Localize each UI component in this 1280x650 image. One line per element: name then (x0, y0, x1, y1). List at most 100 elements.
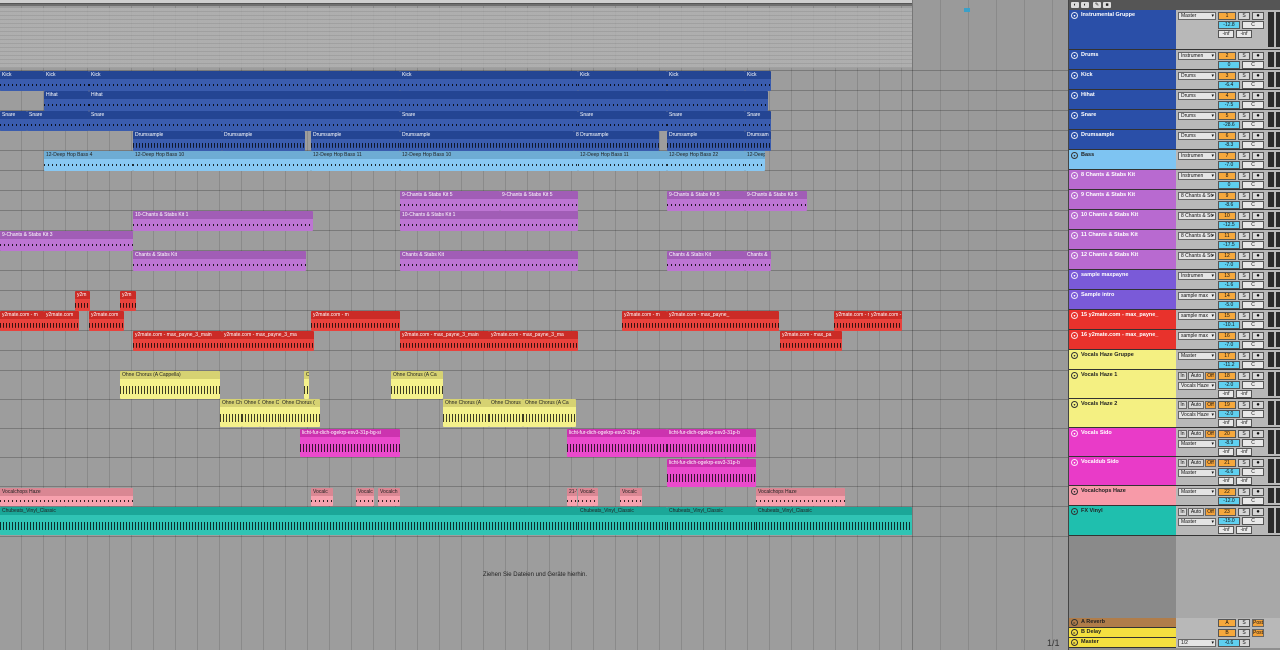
return-activator[interactable]: A (1218, 619, 1236, 627)
track-fold-icon[interactable]: ▾ (1071, 332, 1078, 339)
arm-record-button[interactable]: ● (1252, 252, 1264, 260)
output-routing-select[interactable]: sample max (1178, 332, 1216, 340)
arrangement-clip[interactable]: 10-Chants & Stabs Kit 1 (133, 211, 313, 231)
arrangement-clip[interactable]: y2mate.com - max_payne_ (667, 311, 779, 331)
arrangement-clip[interactable]: Vocalc (578, 488, 598, 506)
mixer-track[interactable]: ▾Vocals Haze 2InAutoOffVocals Haze19S●-2… (1069, 399, 1280, 428)
mixer-track[interactable]: ▾SnareDrums5S●-28.6C (1069, 110, 1280, 130)
input-in-button[interactable]: In (1178, 401, 1187, 409)
volume-field[interactable]: -12.8 (1218, 21, 1240, 29)
track-header[interactable]: ▾ Vocals Sido (1069, 428, 1176, 456)
volume-field[interactable]: -6.6 (1218, 468, 1240, 476)
mixer-track[interactable]: ▾HihatDrums4S●-7.5C (1069, 90, 1280, 110)
pan-field[interactable]: C (1242, 261, 1264, 269)
arrangement-clip[interactable]: Kick (578, 71, 667, 91)
output-routing-select[interactable]: sample max (1178, 312, 1216, 320)
output-routing-select[interactable]: Vocals Haze (1178, 382, 1216, 390)
arrangement-clip[interactable]: Drumsam (745, 131, 771, 151)
pan-field[interactable]: C (1242, 181, 1264, 189)
arm-record-button[interactable]: ● (1252, 312, 1264, 320)
volume-field[interactable]: -8.9 (1218, 439, 1240, 447)
track-header[interactable]: ▾ Vocalchops Haze (1069, 486, 1176, 505)
arrangement-clip[interactable]: 8 Drumsample (574, 131, 659, 151)
arm-record-button[interactable]: ● (1252, 192, 1264, 200)
return-track[interactable]: ▸ A Reverb A S Post (1069, 618, 1280, 628)
arrangement-clip[interactable]: y2mate.com - max_payne_3_ma (489, 331, 578, 351)
solo-button[interactable]: S (1238, 459, 1250, 467)
arrangement-clip[interactable]: Snare (578, 111, 667, 131)
mixer-track[interactable]: ▾FX VinylInAutoOffMaster23S●-15.0C-inf-i… (1069, 506, 1280, 536)
arrangement-clip[interactable]: y2mate.com (89, 311, 124, 331)
arrangement-clip[interactable]: Chubeats_Vinyl_Classic (578, 507, 667, 535)
volume-field[interactable]: -12.5 (1218, 221, 1240, 229)
arrangement-clip[interactable]: Kick (89, 71, 400, 91)
arrangement-clip[interactable]: y2m (75, 291, 90, 311)
track-activator[interactable]: 14 (1218, 292, 1236, 300)
solo-button[interactable]: S (1238, 508, 1250, 516)
track-fold-icon[interactable]: ▾ (1071, 12, 1078, 19)
input-auto-button[interactable]: Auto (1188, 508, 1204, 516)
arrangement-clip[interactable]: 9-Chants & Stabs Kit 3 (0, 231, 133, 251)
track-activator[interactable]: 2 (1218, 52, 1236, 60)
arrangement-clip[interactable]: Ohne Chorus (489, 399, 523, 427)
volume-field[interactable]: -1.6 (1218, 281, 1240, 289)
mixer-track[interactable]: ▾BassInstrumen7S●-7.0C (1069, 150, 1280, 170)
input-off-button[interactable]: Off (1205, 459, 1216, 467)
arrangement-clip[interactable]: Snare (667, 111, 745, 131)
volume-field[interactable]: -7.0 (1218, 341, 1240, 349)
track-header[interactable]: ▾ 16 y2mate.com - max_payne_ (1069, 330, 1176, 349)
arrangement-empty-area[interactable] (912, 0, 1068, 650)
track-fold-icon[interactable]: ▾ (1071, 252, 1078, 259)
arrangement-view[interactable]: Kick Kick Kick Kick Kick Kick Kick Hihat Hihat Sn… (0, 0, 1068, 650)
arrangement-clip[interactable]: Chubeats_Vinyl_Classic (756, 507, 912, 535)
track-activator[interactable]: 5 (1218, 112, 1236, 120)
solo-button[interactable]: S (1238, 372, 1250, 380)
track-fold-icon[interactable]: ▾ (1071, 459, 1078, 466)
solo-button[interactable]: S (1238, 132, 1250, 140)
pan-field[interactable]: C (1242, 201, 1264, 209)
arrangement-clip[interactable]: Vocalchops Haze (756, 488, 845, 506)
track-header[interactable]: ▾ 12 Chants & Stabs Kit (1069, 250, 1176, 269)
master-volume-field[interactable]: -0.6 (1218, 639, 1240, 647)
solo-button[interactable]: S (1238, 72, 1250, 80)
arrangement-clip[interactable]: Chubeats_Vinyl_Classic (0, 507, 578, 535)
track-activator[interactable]: 13 (1218, 272, 1236, 280)
send-post-button[interactable]: Post (1252, 629, 1264, 637)
arrangement-clip[interactable]: Ohne C (260, 399, 280, 427)
arrangement-clip[interactable]: y2mate.com - m (834, 311, 869, 331)
output-routing-select[interactable]: Instrumen (1178, 172, 1216, 180)
solo-button[interactable]: S (1238, 401, 1250, 409)
track-fold-icon[interactable]: ▾ (1071, 212, 1078, 219)
arm-record-button[interactable]: ● (1252, 508, 1264, 516)
arrangement-clip[interactable]: Drumsample (400, 131, 574, 151)
track-fold-icon[interactable]: ▸ (1071, 629, 1078, 636)
arrangement-clip[interactable]: Snare (89, 111, 400, 131)
arrangement-clip[interactable]: Chants & (745, 251, 771, 271)
input-in-button[interactable]: In (1178, 372, 1187, 380)
track-activator[interactable]: 18 (1218, 372, 1236, 380)
arrangement-clip[interactable]: Kick (0, 71, 44, 91)
mixer-track[interactable]: ▾9 Chants & Stabs Kit8 Chants & St9S●-8.… (1069, 190, 1280, 210)
input-in-button[interactable]: In (1178, 430, 1187, 438)
arrangement-clip[interactable]: Kick (44, 71, 89, 91)
track-fold-icon[interactable]: ▾ (1071, 92, 1078, 99)
track-fold-icon[interactable]: ▾ (1071, 508, 1078, 515)
solo-button[interactable]: S (1238, 192, 1250, 200)
track-activator[interactable]: 22 (1218, 488, 1236, 496)
return-activator[interactable]: B (1218, 629, 1236, 637)
mixer-track[interactable]: ▾KickDrums3S●-6.4C (1069, 70, 1280, 90)
output-routing-select[interactable]: 8 Chants & St (1178, 252, 1216, 260)
output-routing-select[interactable]: Instrumen (1178, 272, 1216, 280)
arm-record-button[interactable]: ● (1252, 132, 1264, 140)
output-routing-select[interactable]: Master (1178, 12, 1216, 20)
arrangement-clip[interactable]: licht-fur-dich-ogekrp-esv3-31p-bg-si (300, 429, 400, 457)
arm-record-button[interactable]: ● (1252, 152, 1264, 160)
track-header[interactable]: ▾ 9 Chants & Stabs Kit (1069, 190, 1176, 209)
arrangement-clip[interactable]: Drumsample (133, 131, 222, 151)
output-routing-select[interactable]: Master (1178, 352, 1216, 360)
arm-all-button[interactable]: ◐ (1081, 2, 1089, 8)
track-activator[interactable]: 17 (1218, 352, 1236, 360)
mixer-track[interactable]: ▾Vocalchops HazeMaster22S●-12.0C (1069, 486, 1280, 506)
track-activator[interactable]: 21 (1218, 459, 1236, 467)
arm-record-button[interactable]: ● (1252, 430, 1264, 438)
